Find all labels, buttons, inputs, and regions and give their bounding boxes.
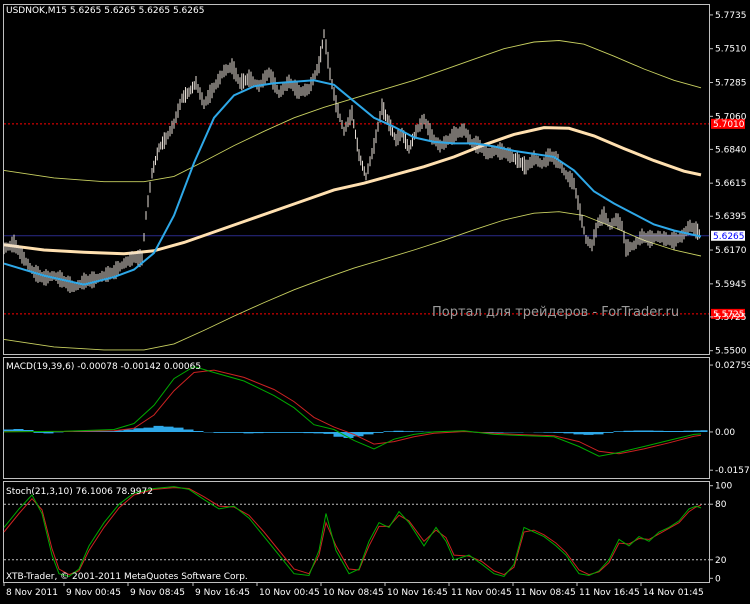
stoch-main-line bbox=[3, 486, 702, 577]
time-tick-label: 8 Nov 2011 bbox=[6, 588, 58, 598]
price-axis: 5.7735 5.7510 5.7285 5.7060 5.6840 5.6615 5.63… bbox=[709, 11, 750, 584]
price-tick-label: 5.7735 bbox=[715, 11, 747, 21]
price-tick-label: 5.6840 bbox=[715, 145, 747, 155]
time-axis: 8 Nov 2011 9 Nov 00:45 9 Nov 08:45 9 Nov 16… bbox=[3, 582, 704, 598]
trading-chart-window: 5.7010 5.5725 5.6265 5.7735 5.7510 5.7285 5.7… bbox=[0, 0, 750, 600]
time-tick-label: 10 Nov 00:45 bbox=[259, 588, 320, 598]
time-tick-label: 9 Nov 00:45 bbox=[66, 588, 121, 598]
stoch-tick-label: 100 bbox=[715, 482, 732, 492]
time-tick-label: 11 Nov 16:45 bbox=[579, 588, 640, 598]
price-tick-label: 5.7510 bbox=[715, 45, 747, 55]
macd-tick-label: 0.02759 bbox=[715, 361, 750, 371]
time-tick-label: 10 Nov 08:45 bbox=[323, 588, 384, 598]
price-panel-frame bbox=[3, 4, 710, 355]
macd-tick-label: -0.01578 bbox=[715, 466, 750, 476]
grid bbox=[4, 503, 709, 561]
price-tick-label: 5.6395 bbox=[715, 212, 747, 222]
price-tick-label: 5.5725 bbox=[715, 313, 747, 323]
macd-signal-line bbox=[4, 369, 702, 455]
stoch-tick-label: 20 bbox=[715, 556, 727, 566]
macd-panel-frame bbox=[3, 357, 710, 479]
price-tick-label: 5.6170 bbox=[715, 246, 747, 256]
stoch-tick-label: 0 bbox=[715, 574, 721, 584]
price-tick-label: 5.5500 bbox=[715, 347, 747, 357]
macd-main-line bbox=[3, 365, 702, 457]
price-panel-title: USDNOK,M15 5.6265 5.6265 5.6265 5.6265 bbox=[6, 6, 204, 16]
copyright-text: XTB-Trader, © 2001-2011 MetaQuotes Softw… bbox=[6, 572, 248, 582]
watermark-text: Портал для трейдеров - ForTrader.ru bbox=[432, 305, 679, 320]
price-tick-label: 5.7285 bbox=[715, 79, 747, 89]
price-tick-label: 5.5945 bbox=[715, 280, 747, 290]
time-tick-label: 9 Nov 08:45 bbox=[130, 588, 185, 598]
current-price-label: 5.6265 bbox=[713, 232, 745, 242]
macd-panel-title: MACD(19,39,6) -0.00078 -0.00142 0.00065 bbox=[6, 362, 201, 372]
time-tick-label: 9 Nov 16:45 bbox=[195, 588, 250, 598]
chart-canvas[interactable]: 5.70105.57255.6265 5.77355.75105.72855.7… bbox=[0, 0, 750, 600]
time-tick-label: 11 Nov 08:45 bbox=[515, 588, 576, 598]
macd-tick-label: 0.00 bbox=[715, 428, 735, 438]
stoch-panel-title: Stoch(21,3,10) 76.1006 78.9972 bbox=[6, 487, 153, 497]
time-tick-label: 11 Nov 00:45 bbox=[451, 588, 512, 598]
time-tick-label: 14 Nov 01:45 bbox=[643, 588, 704, 598]
time-tick-label: 10 Nov 16:45 bbox=[387, 588, 448, 598]
price-tick-label: 5.7060 bbox=[715, 112, 747, 122]
stoch-signal-line bbox=[3, 487, 702, 576]
price-tick-label: 5.6615 bbox=[715, 179, 747, 189]
stoch-tick-label: 80 bbox=[715, 500, 727, 510]
